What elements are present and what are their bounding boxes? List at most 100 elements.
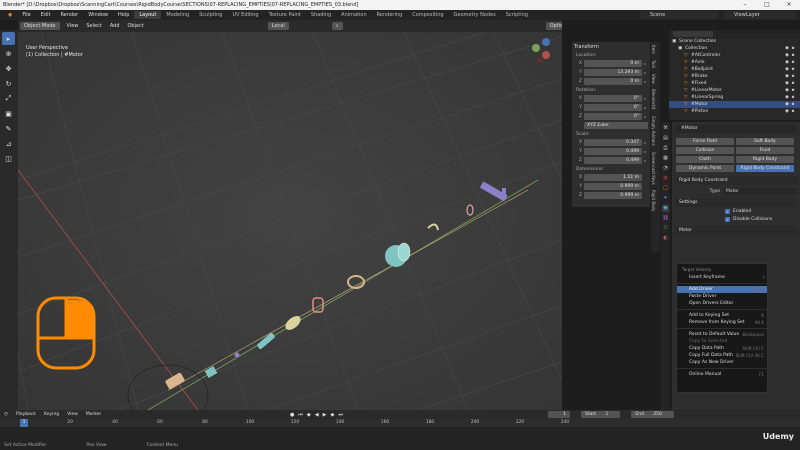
next-key-icon[interactable]: ◆ [330, 412, 334, 418]
jump-start-icon[interactable]: ⏮ [298, 412, 303, 418]
outliner-row[interactable]: ▣ Scene Collection [669, 38, 800, 45]
viewport-menu-add[interactable]: Add [106, 23, 124, 29]
object-balljoint[interactable] [234, 352, 240, 358]
sidebar-tab-rigid-body[interactable]: Rigid Body [651, 187, 656, 214]
orientation-selector[interactable]: Local [267, 22, 289, 30]
render-camera-icon[interactable]: ▪ [790, 109, 796, 114]
lock-icon[interactable]: ▫ [642, 79, 648, 84]
rotate-tool-icon[interactable]: ↻ [2, 77, 15, 90]
lock-icon[interactable]: ▫ [642, 61, 648, 66]
context-menu-item[interactable]: Paste Driver [677, 293, 767, 300]
modifier-properties-icon[interactable]: ✦ [662, 195, 669, 202]
transform-tool-icon[interactable]: ▣ [2, 107, 15, 120]
view-layer-selector[interactable]: ViewLayer [724, 11, 796, 19]
outliner-row[interactable]: ▽ #LinearSpring ◉ ▪ [669, 94, 800, 101]
tool-properties-icon[interactable]: ⚒ [662, 125, 669, 132]
menu-edit[interactable]: Edit [36, 12, 56, 18]
lock-icon[interactable]: ▫ [642, 105, 648, 110]
workspace-tab-scripting[interactable]: Scripting [501, 11, 533, 19]
workspace-tab-rendering[interactable]: Rendering [372, 11, 408, 19]
timeline-menu-view[interactable]: View [67, 412, 78, 417]
blender-logo-icon[interactable]: ◉ [3, 12, 17, 18]
outliner-row[interactable]: ▽ #Motor ◉ ▪ [669, 101, 800, 108]
dynamic-paint-button[interactable]: Dynamic Paint [676, 165, 734, 172]
minimize-button[interactable]: – [734, 0, 756, 10]
workspace-tab-compositing[interactable]: Compositing [407, 11, 448, 19]
context-menu-item[interactable]: Copy As New Driver [677, 359, 767, 366]
lock-icon[interactable]: ▫ [642, 114, 648, 119]
menu-window[interactable]: Window [83, 12, 113, 18]
current-frame-indicator[interactable]: 1 [20, 419, 28, 427]
timeline-menu-keying[interactable]: Keying [44, 412, 59, 417]
play-icon[interactable]: ▶ [323, 412, 327, 418]
render-camera-icon[interactable]: ▪ [790, 88, 796, 93]
editor-type-icon[interactable]: ◷ [4, 412, 8, 417]
measure-tool-icon[interactable]: ⊿ [2, 137, 15, 150]
outliner-row[interactable]: ▽ #Balljoint ◉ ▪ [669, 66, 800, 73]
outliner-row[interactable]: ▣ Collection ◉ ▪ [669, 45, 800, 52]
lock-icon[interactable]: ▫ [642, 158, 648, 163]
sidebar-tab-view[interactable]: View [651, 71, 656, 87]
menu-render[interactable]: Render [55, 12, 83, 18]
render-camera-icon[interactable]: ▪ [790, 74, 796, 79]
workspace-tab-shading[interactable]: Shading [306, 11, 336, 19]
prev-key-icon[interactable]: ◆ [307, 412, 311, 418]
outliner-row[interactable]: ▽ #AtControler ◉ ▪ [669, 52, 800, 59]
viewport-menu-select[interactable]: Select [82, 23, 105, 29]
workspace-tab-animation[interactable]: Animation [336, 11, 372, 19]
render-camera-icon[interactable]: ▪ [790, 67, 796, 72]
context-menu-item[interactable]: Copy Full Data Path Shift Ctrl Alt C [677, 352, 767, 359]
render-properties-icon[interactable]: ▤ [662, 135, 669, 142]
lock-icon[interactable]: ▫ [642, 96, 648, 101]
world-properties-icon[interactable]: ◍ [662, 175, 669, 182]
sidebar-tab-simply-addons[interactable]: Simply Addons [651, 113, 656, 149]
workspace-tab-texture-paint[interactable]: Texture Paint [264, 11, 306, 19]
outliner-row[interactable]: ▽ #Piston ◉ ▪ [669, 108, 800, 115]
current-frame-field[interactable]: 1 [548, 411, 570, 418]
annotate-tool-icon[interactable]: ✎ [2, 122, 15, 135]
end-frame-field[interactable]: End 250 [631, 411, 674, 418]
constraint-properties-icon[interactable]: ⛓ [662, 215, 669, 222]
cloth-button[interactable]: Cloth [676, 156, 734, 163]
search-input[interactable]: ⌕ [331, 22, 343, 30]
rbc-section-header[interactable]: Rigid Body Constraint [675, 176, 797, 185]
menu-file[interactable]: File [17, 12, 35, 18]
data-properties-icon[interactable]: ▽ [662, 225, 669, 232]
workspace-tab-layout[interactable]: Layout [134, 11, 162, 19]
cursor-tool-icon[interactable]: ⊕ [2, 47, 15, 60]
force-field-button[interactable]: Force Field [676, 138, 734, 145]
sidebar-tab-blenderkit[interactable]: Blenderkit [651, 86, 656, 113]
scene-selector[interactable]: Scene [640, 11, 718, 19]
mode-selector[interactable]: Object Mode [20, 22, 60, 30]
jump-end-icon[interactable]: ⏭ [338, 412, 343, 418]
sidebar-tab-tool[interactable]: Tool [651, 57, 656, 71]
render-camera-icon[interactable]: ▪ [790, 46, 796, 51]
timeline-menu-marker[interactable]: Marker [86, 412, 102, 417]
rigid-body-constraint-button[interactable]: Rigid Body Constraint [736, 165, 794, 172]
workspace-tab-uv-editing[interactable]: UV Editing [227, 11, 263, 19]
render-camera-icon[interactable]: ▪ [790, 60, 796, 65]
scale-tool-icon[interactable]: ⤢ [2, 92, 15, 105]
soft-body-button[interactable]: Soft Body [736, 138, 794, 145]
enabled-checkbox[interactable]: ✓ Enabled [675, 207, 797, 215]
workspace-tab-modeling[interactable]: Modeling [161, 11, 194, 19]
context-menu-item[interactable]: Copy Data Path Shift Ctrl C [677, 345, 767, 352]
start-frame-field[interactable]: Start 1 [581, 411, 621, 418]
material-properties-icon[interactable]: ◐ [662, 235, 669, 242]
collision-button[interactable]: Collision [676, 147, 734, 154]
context-menu-item[interactable]: Online Manual F1 [677, 371, 767, 378]
render-camera-icon[interactable]: ▪ [790, 95, 796, 100]
context-menu-item[interactable]: Reset to Default Value Backspace [677, 331, 767, 338]
close-button[interactable]: ✕ [778, 0, 800, 10]
outliner-row[interactable]: ▽ #Brake ◉ ▪ [669, 73, 800, 80]
options-dropdown[interactable]: Options [545, 22, 562, 30]
workspace-tab-geometry-nodes[interactable]: Geometry Nodes [449, 11, 501, 19]
maximize-button[interactable]: □ [756, 0, 778, 10]
disable-collisions-checkbox[interactable]: ✓ Disable Collisions [675, 215, 797, 223]
physics-properties-icon[interactable]: ◉ [662, 205, 669, 212]
add-cube-tool-icon[interactable]: ◫ [2, 152, 15, 165]
render-camera-icon[interactable]: ▪ [790, 102, 796, 107]
context-menu-item[interactable]: Add to Keying Set K [677, 312, 767, 319]
sidebar-tab-screencast-keys[interactable]: Screencast Keys [651, 149, 656, 188]
outliner-search-input[interactable] [673, 31, 713, 37]
